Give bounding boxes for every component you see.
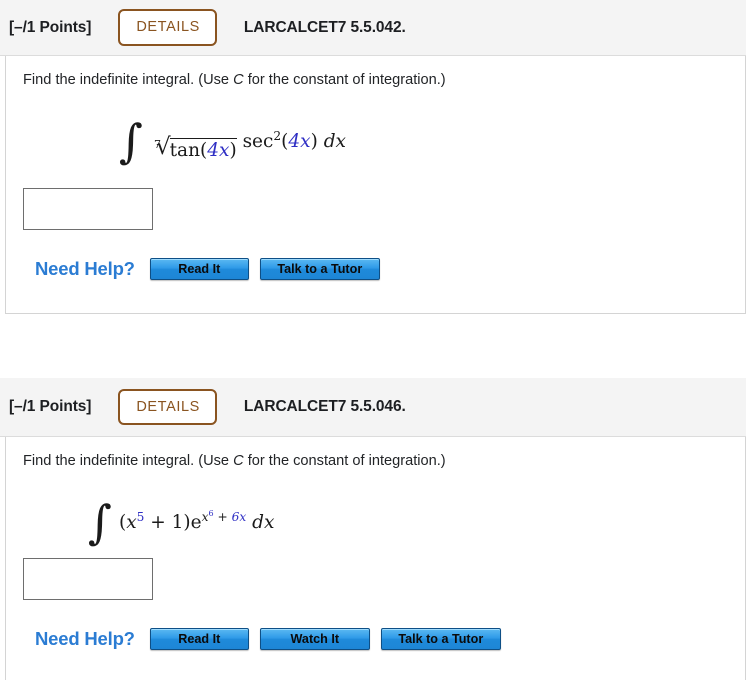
tan-function: tan(	[169, 139, 208, 161]
exp-linear-term: 6x	[231, 509, 247, 524]
need-help-label: Need Help?	[35, 627, 135, 649]
integral-sign-icon: ∫	[119, 113, 143, 168]
homework-page: [–/1 Points] DETAILS LARCALCET7 5.5.042.…	[0, 0, 746, 680]
math-expression-2: ∫ (x5 + 1)ex6 + 6x dx	[6, 472, 745, 545]
need-help-row-2: Need Help? Read It Watch It Talk to a Tu…	[6, 627, 745, 650]
prompt-constant-var: C	[233, 453, 244, 469]
problem-prompt: Find the indefinite integral. (Use C for…	[6, 56, 745, 91]
sec-argument: 4x	[288, 130, 311, 152]
points-label: [–/1 Points]	[9, 18, 92, 36]
talk-to-a-tutor-button[interactable]: Talk to a Tutor	[380, 627, 501, 650]
details-button[interactable]: DETAILS	[118, 9, 217, 46]
problem-header-1: [–/1 Points] DETAILS LARCALCET7 5.5.042.	[0, 0, 746, 56]
tan-close-paren: )	[229, 139, 237, 161]
prompt-text-before: Find the indefinite integral. (Use	[23, 453, 234, 469]
problem-card-2: [–/1 Points] DETAILS LARCALCET7 5.5.046.…	[0, 378, 746, 680]
e-exponent-group: x6 + 6x	[202, 509, 247, 524]
problem-card-1: [–/1 Points] DETAILS LARCALCET7 5.5.042.…	[0, 0, 746, 314]
talk-to-a-tutor-button[interactable]: Talk to a Tutor	[259, 257, 380, 280]
differential-1: dx	[323, 130, 346, 152]
problem-header-2: [–/1 Points] DETAILS LARCALCET7 5.5.046.	[0, 378, 746, 437]
math-expression-1: ∫ 7 √ tan(4x) sec2(4x) dx	[6, 91, 745, 168]
points-label: [–/1 Points]	[9, 398, 92, 415]
problem-prompt: Find the indefinite integral. (Use C for…	[6, 437, 745, 472]
radical-index: 7	[153, 137, 161, 151]
prompt-constant-var: C	[233, 72, 244, 88]
integral-sign-icon: ∫	[88, 494, 112, 549]
differential-2: dx	[252, 511, 275, 533]
sec-close-paren: )	[310, 130, 318, 152]
tan-argument: 4x	[207, 139, 230, 161]
integrand-2: (x5 + 1)ex6 + 6x dx	[119, 509, 275, 533]
need-help-row-1: Need Help? Read It Talk to a Tutor	[6, 257, 745, 280]
assignment-id: LARCALCET7 5.5.046.	[243, 398, 406, 415]
euler-e: e	[190, 511, 202, 533]
radicand: tan(4x)	[169, 137, 237, 161]
prompt-text-after: for the constant of integration.)	[243, 72, 446, 88]
problem-body-1: Find the indefinite integral. (Use C for…	[5, 56, 746, 314]
sec-function: sec	[242, 130, 274, 152]
prompt-text-after: for the constant of integration.)	[243, 453, 446, 469]
prompt-text-before: Find the indefinite integral. (Use	[23, 72, 234, 88]
plus-one-close: + 1)	[144, 511, 191, 533]
assignment-id: LARCALCET7 5.5.042.	[243, 18, 406, 36]
answer-input-2[interactable]	[23, 557, 153, 600]
read-it-button[interactable]: Read It	[149, 257, 249, 280]
problem-body-2: Find the indefinite integral. (Use C for…	[5, 437, 746, 680]
base-variable: x	[126, 511, 137, 533]
problem-separator	[0, 314, 746, 378]
integrand-1: 7 √ tan(4x) sec2(4x) dx	[150, 128, 346, 161]
read-it-button[interactable]: Read It	[149, 627, 249, 650]
sec-exponent: 2	[273, 128, 282, 143]
watch-it-button[interactable]: Watch It	[259, 627, 370, 650]
details-button[interactable]: DETAILS	[118, 388, 217, 426]
need-help-label: Need Help?	[35, 257, 135, 279]
nth-root-radical: 7 √ tan(4x)	[150, 135, 237, 161]
answer-input-1[interactable]	[23, 187, 153, 230]
exp-plus: +	[213, 509, 232, 524]
